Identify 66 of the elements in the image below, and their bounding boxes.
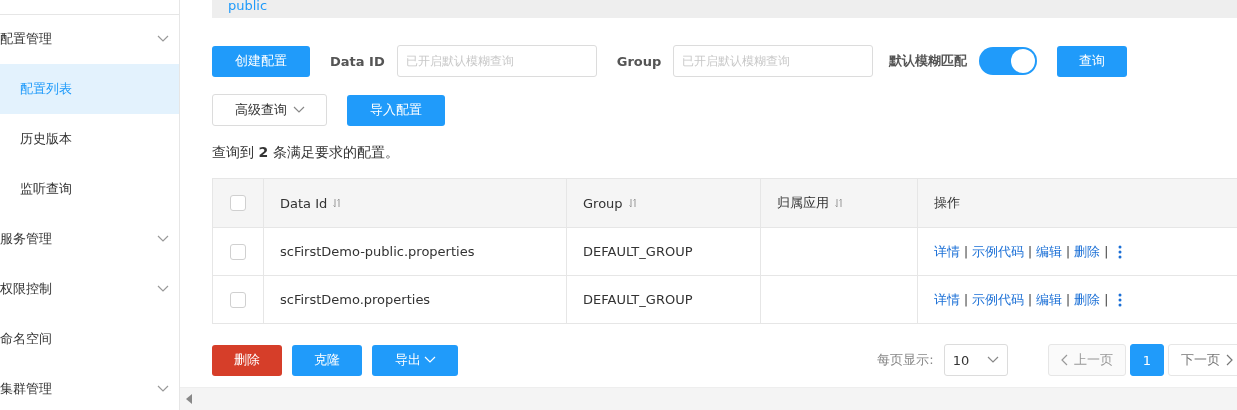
table-cell: scFirstDemo.properties [280,292,431,307]
page-size-select[interactable]: 10 [943,344,1008,376]
sort-icon[interactable] [835,198,843,208]
separator: | [1028,244,1033,259]
action-link[interactable]: 详情 [934,242,960,261]
chevron-down-icon [157,385,169,393]
chevron-down-icon [157,235,169,243]
clone-button[interactable]: 克隆 [292,344,362,376]
action-link[interactable]: 示例代码 [972,290,1025,309]
sidebar-subitem[interactable]: 监听查询 [0,164,179,214]
row-checkbox[interactable] [230,243,246,260]
separator: | [964,292,969,307]
more-icon[interactable] [1118,292,1123,307]
sidebar-item[interactable]: 服务管理 [0,214,179,264]
column-header: 归属应用 [777,194,829,212]
select-all-checkbox[interactable] [230,195,246,211]
result-summary: 查询到 2 条满足要求的配置。 [212,144,400,162]
sidebar-item[interactable]: 配置管理 [0,14,179,64]
column-header: Group [583,195,623,211]
action-link[interactable]: 删除 [1074,290,1101,309]
next-page-button[interactable]: 下一页 [1168,344,1237,376]
data-id-label: Data ID [330,53,385,69]
create-config-button[interactable]: 创建配置 [212,45,310,77]
action-link[interactable]: 详情 [934,290,960,309]
delete-button[interactable]: 删除 [212,344,282,376]
sidebar-subitem[interactable]: 配置列表 [0,64,179,114]
column-header: Data Id [280,195,328,211]
action-link[interactable]: 编辑 [1036,242,1063,261]
sidebar-subitem[interactable]: 历史版本 [0,114,179,164]
separator: | [1104,244,1109,259]
more-icon[interactable] [1118,244,1123,259]
chevron-right-icon [1226,354,1233,366]
row-checkbox[interactable] [230,291,246,308]
sidebar-item[interactable]: 权限控制 [0,264,179,314]
search-button[interactable]: 查询 [1057,45,1128,77]
page-button[interactable]: 1 [1129,344,1164,376]
separator: | [964,244,969,259]
sort-icon[interactable] [628,198,637,208]
separator: | [1028,292,1033,307]
sidebar-item[interactable]: 集群管理 [0,364,179,410]
page-size-label: 每页显示: [877,351,934,369]
group-label: Group [616,53,662,69]
column-header: 操作 [934,194,960,212]
sidebar-item[interactable]: 命名空间 [0,314,179,364]
chevron-down-icon [423,356,436,364]
export-button[interactable]: 导出 [372,344,458,376]
fuzzy-match-label: 默认模糊匹配 [889,52,968,70]
separator: | [1104,292,1109,307]
table-cell: DEFAULT_GROUP [583,292,693,307]
action-link[interactable]: 示例代码 [972,242,1025,261]
import-config-button[interactable]: 导入配置 [347,94,445,126]
chevron-down-icon [157,285,169,293]
advanced-search-button[interactable]: 高级查询 [212,94,327,126]
table-cell: scFirstDemo-public.properties [280,244,475,259]
action-link[interactable]: 删除 [1074,242,1101,261]
chevron-down-icon [986,356,999,364]
table-cell: DEFAULT_GROUP [583,244,693,259]
separator: | [1066,292,1071,307]
fuzzy-match-switch[interactable] [979,47,1038,75]
chevron-down-icon [292,106,305,114]
scroll-left-icon[interactable] [186,394,192,404]
chevron-left-icon [1060,354,1068,366]
sort-icon[interactable] [333,198,342,208]
namespace-bar: public [212,0,1237,18]
separator: | [1066,244,1071,259]
action-link[interactable]: 编辑 [1036,290,1063,309]
